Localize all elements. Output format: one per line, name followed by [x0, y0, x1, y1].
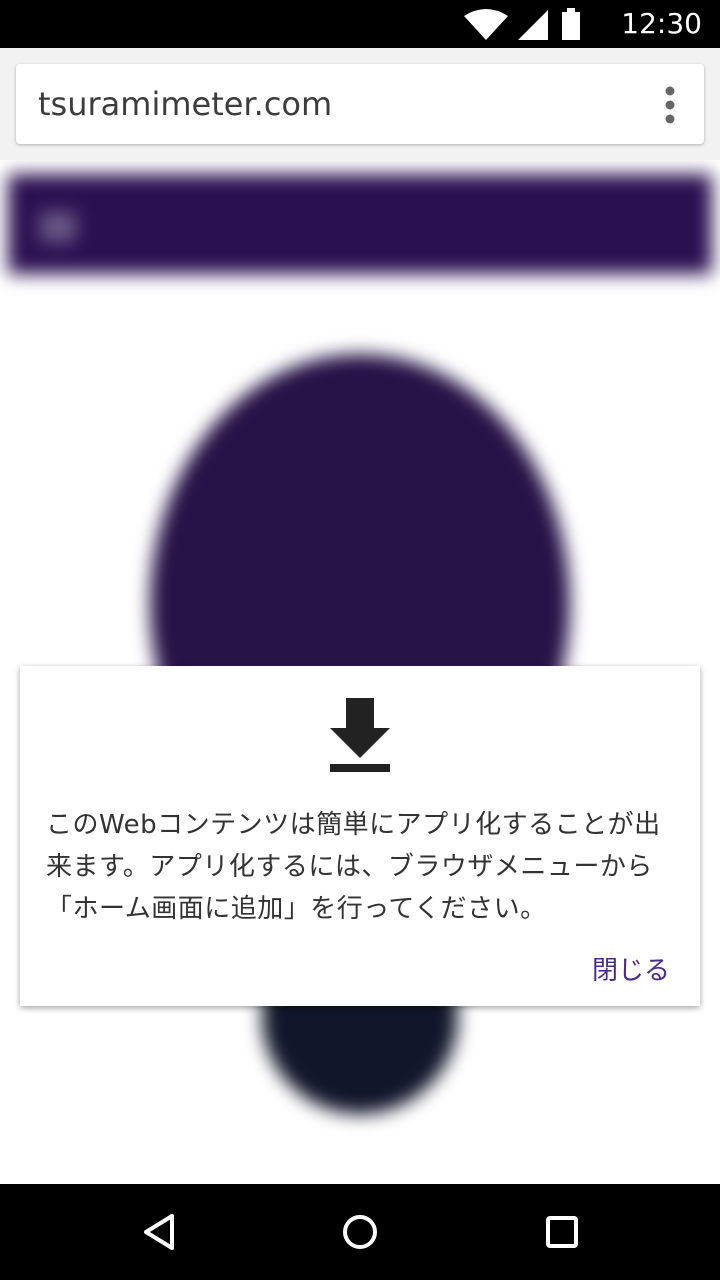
- status-time: 12:30: [621, 7, 702, 40]
- close-button[interactable]: 閉じる: [592, 954, 670, 988]
- navigation-bar: [0, 1184, 720, 1280]
- url-text[interactable]: tsuramimeter.com: [38, 84, 332, 124]
- browser-toolbar: tsuramimeter.com: [0, 48, 720, 160]
- status-icons: [464, 8, 580, 40]
- add-to-home-dialog: このWebコンテンツは簡単にアプリ化することが出来ます。アプリ化するには、ブラウ…: [20, 666, 700, 1006]
- app-header: [8, 174, 712, 274]
- battery-icon: [562, 8, 580, 40]
- recents-icon[interactable]: [540, 1210, 584, 1254]
- download-icon: [330, 698, 390, 772]
- back-icon[interactable]: [138, 1210, 182, 1254]
- address-bar[interactable]: tsuramimeter.com: [16, 64, 704, 144]
- dialog-message: このWebコンテンツは簡単にアプリ化することが出来ます。アプリ化するには、ブラウ…: [46, 810, 661, 924]
- home-icon[interactable]: [338, 1210, 382, 1254]
- status-bar: 12:30: [0, 0, 720, 48]
- menu-icon: [40, 212, 76, 242]
- web-page-content: このWebコンテンツは簡単にアプリ化することが出来ます。アプリ化するには、ブラウ…: [0, 160, 720, 1184]
- overflow-menu-icon[interactable]: [664, 86, 676, 124]
- signal-icon: [518, 10, 548, 40]
- wifi-icon: [464, 9, 508, 40]
